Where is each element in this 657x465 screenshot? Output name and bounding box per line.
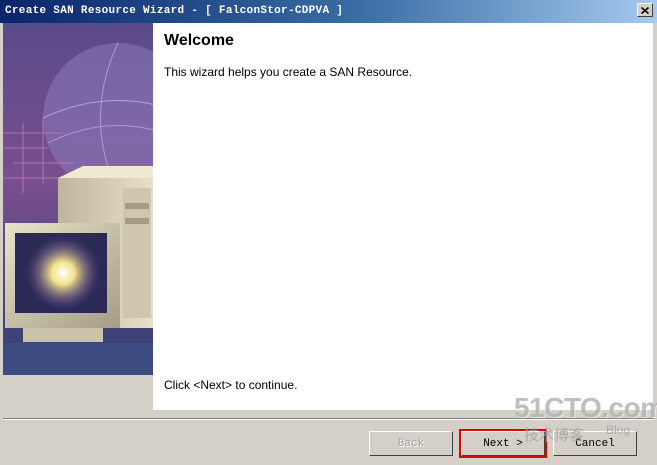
wizard-content-panel: Welcome This wizard helps you create a S… bbox=[153, 23, 653, 410]
button-separator bbox=[3, 418, 654, 420]
window-title: Create SAN Resource Wizard - [ FalconSto… bbox=[5, 5, 344, 17]
wizard-description: This wizard helps you create a SAN Resou… bbox=[164, 65, 413, 79]
cancel-button[interactable]: Cancel bbox=[553, 431, 637, 456]
page-title: Welcome bbox=[164, 32, 234, 49]
next-button[interactable]: Next > bbox=[459, 429, 547, 458]
computer-illustration bbox=[3, 23, 153, 375]
close-icon bbox=[641, 6, 649, 14]
wizard-window: Create SAN Resource Wizard - [ FalconSto… bbox=[0, 0, 657, 465]
wizard-side-image bbox=[3, 23, 153, 375]
continue-hint: Click <Next> to continue. bbox=[164, 378, 298, 392]
title-bar[interactable]: Create SAN Resource Wizard - [ FalconSto… bbox=[0, 0, 657, 23]
back-button[interactable]: Back bbox=[369, 431, 453, 456]
close-button[interactable] bbox=[637, 3, 653, 17]
